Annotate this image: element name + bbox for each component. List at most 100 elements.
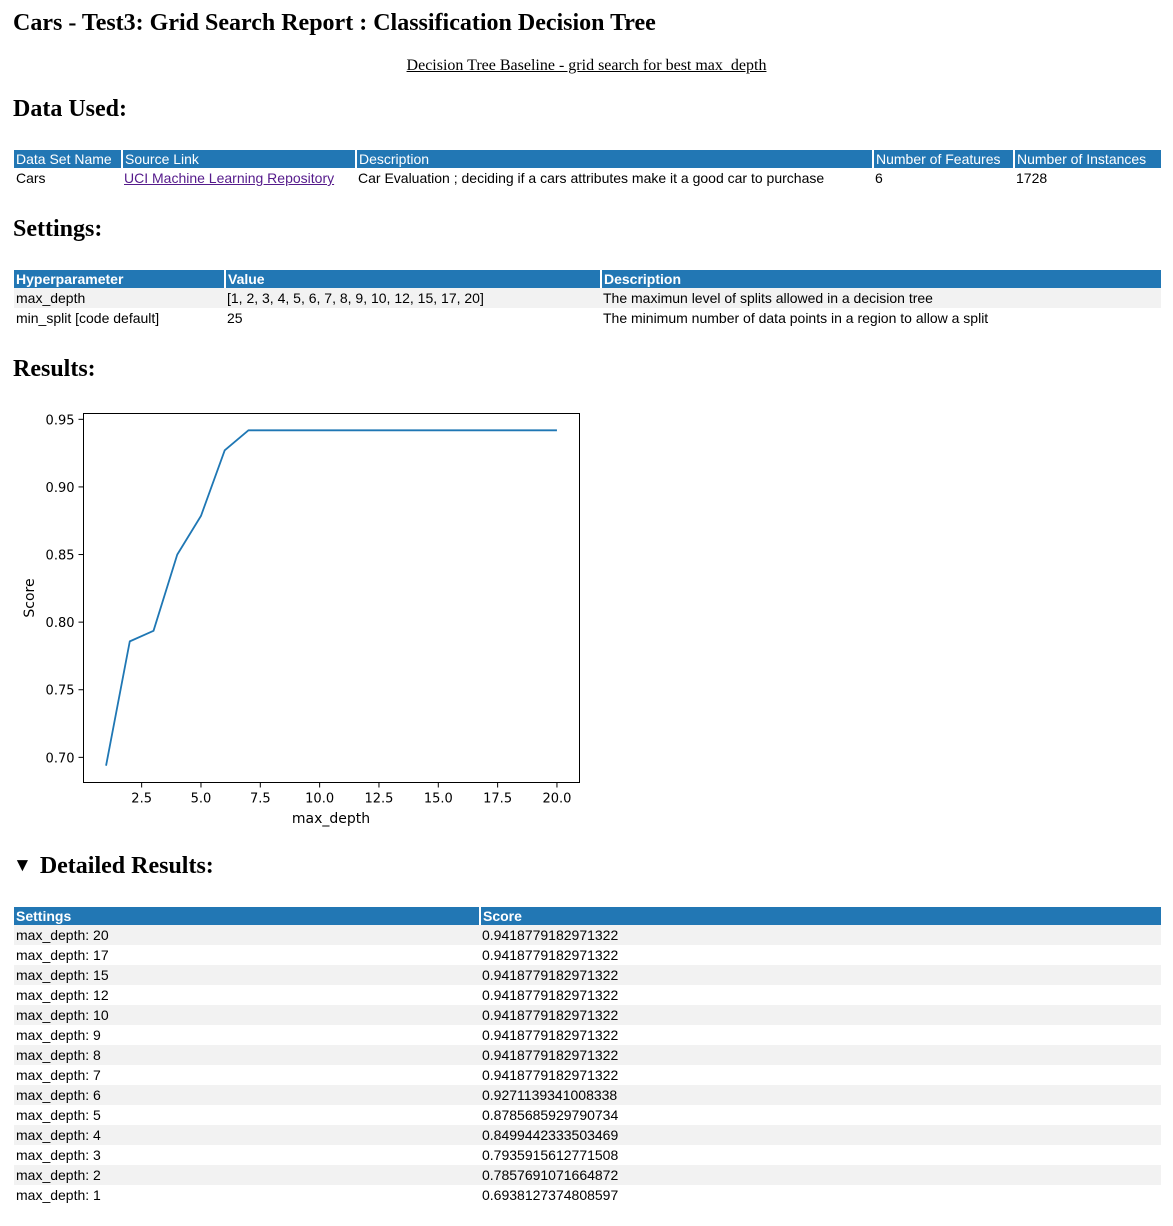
column-header: Data Set Name (14, 150, 122, 168)
column-header: Number of Features (872, 150, 1014, 168)
setting-cell: max_depth: 8 (14, 1045, 480, 1065)
description-cell: The minimum number of data points in a r… (603, 310, 989, 326)
data-point (200, 515, 202, 517)
y-tick-label: 0.70 (46, 751, 75, 766)
table-row: max_depth: 15 0.9418779182971322 (14, 965, 1161, 985)
source-link-cell: UCI Machine Learning Repository (122, 168, 356, 188)
table-row: max_depth: 1 0.6938127374808597 (14, 1185, 1161, 1205)
plot-frame (83, 413, 580, 783)
y-tick-label: 0.75 (46, 684, 75, 699)
description-cell: The maximun level of splits allowed in a… (601, 288, 1161, 308)
score-cell: 0.9418779182971322 (482, 1027, 619, 1043)
value-cell: 25 (227, 310, 243, 326)
value-cell: [1, 2, 3, 4, 5, 6, 7, 8, 9, 10, 12, 15, … (225, 288, 601, 308)
x-axis-label: max_depth (292, 811, 370, 827)
score-cell: 0.6938127374808597 (482, 1187, 619, 1203)
table-row: max_depth: 10 0.9418779182971322 (14, 1005, 1161, 1025)
data-point (105, 765, 107, 767)
data-point (224, 449, 226, 451)
data-point (129, 640, 131, 642)
param-cell: min_split [code default] (16, 310, 160, 326)
details-toggle[interactable]: ▼ Detailed Results: (13, 851, 214, 883)
table-row: min_split [code default] 25 The minimum … (14, 308, 1161, 328)
table-row: Cars UCI Machine Learning Repository Car… (14, 168, 1161, 188)
data-point (437, 429, 439, 431)
setting-cell: max_depth: 4 (14, 1125, 480, 1145)
setting-cell: max_depth: 5 (16, 1107, 101, 1123)
column-header: Value (224, 270, 601, 288)
description-cell: Car Evaluation ; deciding if a cars attr… (358, 170, 825, 186)
table-row: max_depth: 17 0.9418779182971322 (14, 945, 1161, 965)
setting-cell: max_depth: 15 (14, 965, 480, 985)
column-header: Settings (14, 907, 480, 925)
column-header: Hyperparameter (14, 270, 225, 288)
disclosure-triangle-icon: ▼ (13, 855, 32, 876)
column-header: Number of Instances (1013, 150, 1161, 168)
setting-cell: max_depth: 17 (16, 947, 109, 963)
score-cell: 0.9418779182971322 (482, 1067, 619, 1083)
setting-cell: max_depth: 9 (16, 1027, 101, 1043)
score-cell: 0.9418779182971322 (480, 925, 1161, 945)
table-header-row: Data Set Name Source Link Description Nu… (14, 150, 1161, 168)
table-row: max_depth: 3 0.7935915612771508 (14, 1145, 1161, 1165)
data-point (247, 429, 249, 431)
data-point (485, 429, 487, 431)
score-cell: 0.8785685929790734 (482, 1107, 619, 1123)
setting-cell: max_depth: 7 (16, 1067, 101, 1083)
data-point (176, 554, 178, 556)
section-heading-results: Results: (13, 356, 96, 382)
y-tick-label: 0.85 (46, 549, 75, 564)
y-tick-label: 0.95 (46, 413, 75, 428)
score-cell: 0.9418779182971322 (482, 987, 619, 1003)
column-header: Description (600, 270, 1161, 288)
x-tick-label: 10.0 (305, 792, 334, 807)
setting-cell: max_depth: 3 (16, 1147, 101, 1163)
y-tick-label: 0.80 (46, 616, 75, 631)
table-row: max_depth: 8 0.9418779182971322 (14, 1045, 1161, 1065)
table-header-row: Settings Score (14, 907, 1161, 925)
section-heading-settings: Settings: (13, 216, 103, 242)
x-tick-label: 2.5 (131, 792, 152, 807)
section-heading-detailed: Detailed Results: (39, 853, 214, 879)
source-link[interactable]: UCI Machine Learning Repository (124, 170, 334, 186)
setting-cell: max_depth: 1 (16, 1187, 101, 1203)
data-point (556, 429, 558, 431)
score-cell: 0.9271139341008338 (480, 1085, 1161, 1105)
y-tick-label: 0.90 (46, 481, 75, 496)
features-cell: 6 (875, 170, 883, 186)
table-row: max_depth: 2 0.7857691071664872 (14, 1165, 1161, 1185)
score-cell: 0.7935915612771508 (482, 1147, 619, 1163)
dataset-name-cell: Cars (16, 170, 46, 186)
param-cell: max_depth (14, 288, 225, 308)
x-tick-label: 7.5 (250, 792, 271, 807)
x-tick-label: 5.0 (191, 792, 212, 807)
table-row: max_depth: 20 0.9418779182971322 (14, 925, 1161, 945)
results-line-chart: 2.5 5.0 7.5 10.0 12.5 15.0 17.5 20.0 0.70 0.75 0.8… (22, 413, 580, 827)
data-point (366, 429, 368, 431)
data-point (153, 630, 155, 632)
page-title: Cars - Test3: Grid Search Report : Class… (13, 10, 656, 36)
score-cell: 0.9418779182971322 (480, 1045, 1161, 1065)
setting-cell: max_depth: 10 (14, 1005, 480, 1025)
table-header-row: Hyperparameter Value Description (14, 270, 1161, 288)
instances-cell: 1728 (1016, 170, 1048, 186)
x-tick-label: 15.0 (424, 792, 453, 807)
score-cell: 0.9418779182971322 (482, 947, 619, 963)
column-header: Source Link (121, 150, 356, 168)
table-row: max_depth [1, 2, 3, 4, 5, 6, 7, 8, 9, 10… (14, 288, 1161, 308)
setting-cell: max_depth: 20 (14, 925, 480, 945)
column-header: Description (355, 150, 873, 168)
settings-table: Hyperparameter Value Description max_dep… (14, 270, 1161, 328)
score-cell: 0.9418779182971322 (480, 1005, 1161, 1025)
table-row: max_depth: 5 0.8785685929790734 (14, 1105, 1161, 1125)
detailed-results-table: Settings Score max_depth: 20 0.9418779182… (14, 907, 1161, 1205)
data-used-table: Data Set Name Source Link Description Nu… (14, 150, 1161, 188)
data-point (319, 429, 321, 431)
score-cell: 0.7857691071664872 (480, 1165, 1161, 1185)
table-row: max_depth: 6 0.9271139341008338 (14, 1085, 1161, 1105)
table-row: max_depth: 7 0.9418779182971322 (14, 1065, 1161, 1085)
table-row: max_depth: 4 0.8499442333503469 (14, 1125, 1161, 1145)
data-point (271, 429, 273, 431)
setting-cell: max_depth: 12 (16, 987, 109, 1003)
data-point (295, 429, 297, 431)
